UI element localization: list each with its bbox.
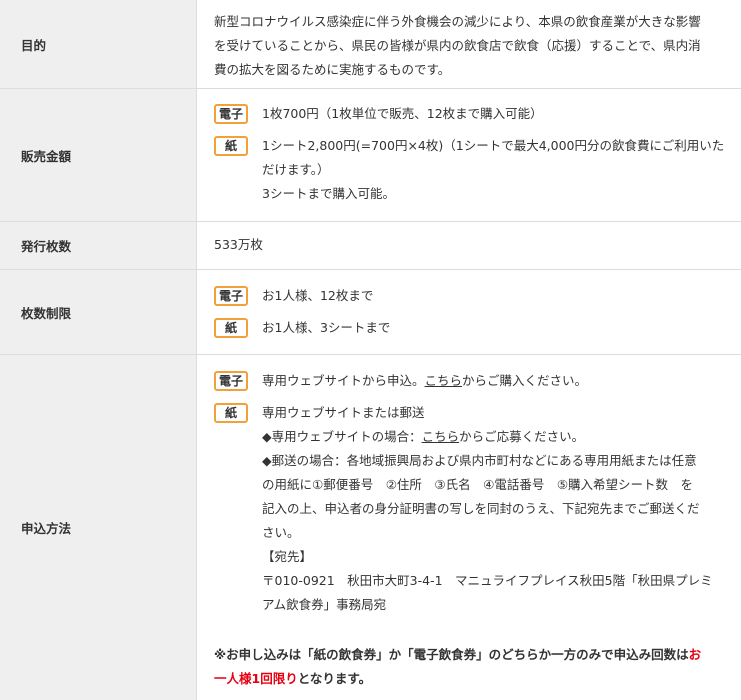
row-limit: 枚数制限 電子 お1人様、12枚まで 紙 お1人様、3シートまで [0,270,741,355]
row-value-price: 電子 1枚700円（1枚単位で販売、12枚まで購入可能） 紙 1シート2,800… [214,89,727,221]
apply-web-pre: ◆専用ウェブサイトの場合： [262,429,422,444]
limit-electronic-text: お1人様、12枚まで [262,288,374,303]
row-value-application: 電子 専用ウェブサイトから申込。こちらからご購入ください。 紙 専用ウェブサイト… [214,355,727,700]
paper-tag: 紙 [214,403,248,423]
note-red-2: 一人様1回限り [214,671,298,686]
apply-mail-line-3: 記入の上、申込者の身分証明書の写しを同封のうえ、下記宛先までご郵送くだ [262,501,700,516]
address-heading: 【宛先】 [262,549,313,564]
purpose-line-2: を受けていることから、県民の皆様が県内の飲食店で飲食（応援）することで、県内消 [214,38,701,53]
price-paper-line-3: 3シートまで購入可能。 [262,186,395,201]
apply-web-post: からご応募ください。 [459,429,585,444]
row-price: 販売金額 電子 1枚700円（1枚単位で販売、12枚まで購入可能） 紙 1シート… [0,89,741,222]
issued-value: 533万枚 [214,237,263,252]
limit-paper-text: お1人様、3シートまで [262,320,391,335]
purpose-line-1: 新型コロナウイルス感染症に伴う外食機会の減少により、本県の飲食産業が大きな影響 [214,14,701,29]
row-value-issued: 533万枚 [214,222,727,269]
electronic-tag: 電子 [214,286,248,306]
row-label-issued: 発行枚数 [0,222,197,269]
electronic-tag: 電子 [214,104,248,124]
apply-web-link[interactable]: こちら [422,429,460,444]
row-value-purpose: 新型コロナウイルス感染症に伴う外食機会の減少により、本県の飲食産業が大きな影響 … [214,0,727,88]
purpose-line-3: 費の拡大を図るために実施するものです。 [214,62,451,77]
note-line-1: ※お申し込みは「紙の飲食券」か「電子飲食券」のどちらか一方のみで申込み回数はお [214,643,701,667]
row-label-application: 申込方法 [0,355,197,700]
note-red-1: お [688,647,702,662]
price-paper-line-1: 1シート2,800円(=700円×4枚)（1シートで最大4,000円分の飲食費に… [262,138,725,153]
row-purpose: 目的 新型コロナウイルス感染症に伴う外食機会の減少により、本県の飲食産業が大きな… [0,0,741,89]
row-value-limit: 電子 お1人様、12枚まで 紙 お1人様、3シートまで [214,270,727,354]
apply-web-text: ◆専用ウェブサイトの場合：こちらからご応募ください。 [262,425,584,449]
address-line-2: アム飲食券」事務局宛 [262,597,387,612]
apply-paper-intro: 専用ウェブサイトまたは郵送 [262,405,425,420]
apply-electronic-text: 専用ウェブサイトから申込。こちらからご購入ください。 [262,369,587,393]
price-paper-line-2: だけます。） [262,162,330,177]
apply-mail-line-2: の用紙に①郵便番号 ②住所 ③氏名 ④電話番号 ⑤購入希望シート数 を [262,477,694,492]
row-label-limit: 枚数制限 [0,270,197,354]
row-label-purpose: 目的 [0,0,197,88]
apply-mail-line-1: ◆郵送の場合：各地域振興局および県内市町村などにある専用用紙または任意 [262,453,697,468]
row-application: 申込方法 電子 専用ウェブサイトから申込。こちらからご購入ください。 紙 専用ウ… [0,355,741,700]
note-line-2: 一人様1回限りとなります。 [214,667,371,691]
price-electronic-text: 1枚700円（1枚単位で販売、12枚まで購入可能） [262,106,543,121]
apply-electronic-post: からご購入ください。 [462,373,588,388]
address-line-1: 〒010-0921 秋田市大町3-4-1 マニュライフプレイス秋田5階「秋田県プ… [262,573,713,588]
note-post: となります。 [297,671,372,686]
apply-electronic-pre: 専用ウェブサイトから申込。 [262,373,425,388]
apply-mail-line-4: さい。 [262,525,300,540]
note-pre: ※お申し込みは「紙の飲食券」か「電子飲食券」のどちらか一方のみで申込み回数は [214,647,689,662]
apply-electronic-link[interactable]: こちら [425,373,463,388]
electronic-tag: 電子 [214,371,248,391]
row-label-price: 販売金額 [0,89,197,221]
row-issued: 発行枚数 533万枚 [0,222,741,270]
paper-tag: 紙 [214,318,248,338]
paper-tag: 紙 [214,136,248,156]
